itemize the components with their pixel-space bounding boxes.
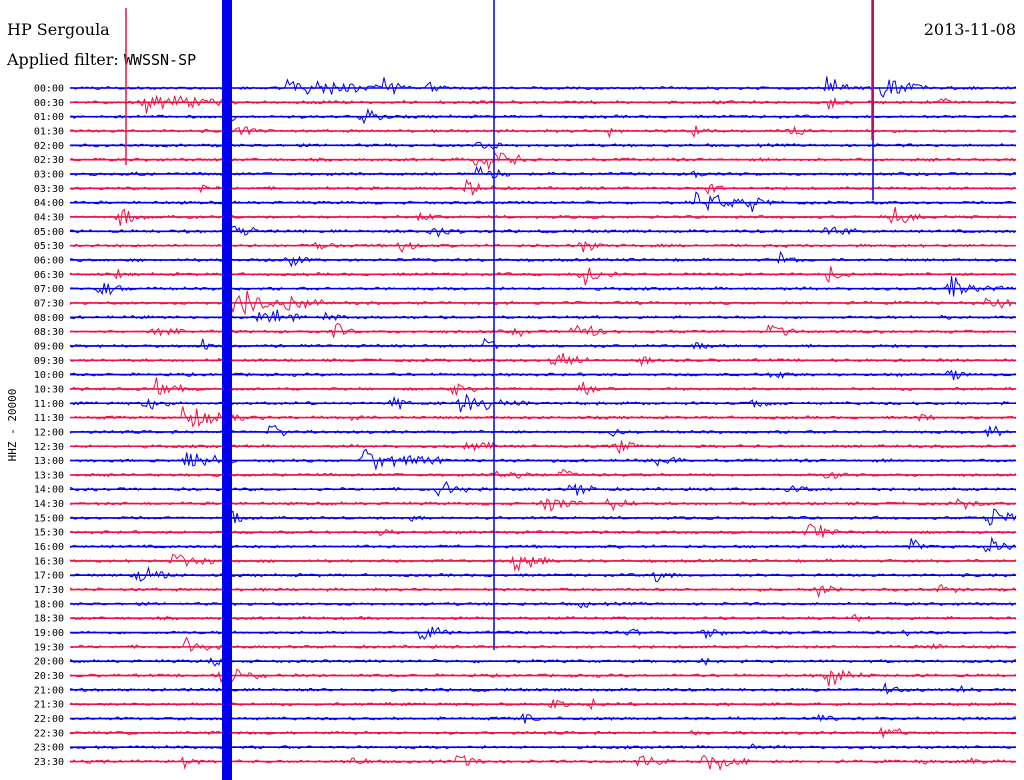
hour-label: 04:30 [34, 212, 64, 223]
trace-line [69, 352, 1017, 367]
hour-label: 21:30 [34, 700, 64, 711]
trace-line [69, 377, 1017, 396]
trace-line [69, 583, 1017, 599]
hour-label: 07:30 [34, 298, 64, 309]
trace-line [69, 275, 1017, 297]
trace-line [69, 665, 1017, 687]
trace-line [69, 266, 1017, 286]
hour-label: 01:30 [34, 126, 64, 137]
trace-line [69, 151, 1017, 171]
hour-label: 15:30 [34, 528, 64, 539]
hour-label: 17:30 [34, 585, 64, 596]
trace-line [69, 468, 1017, 480]
hour-label: 12:30 [34, 442, 64, 453]
hour-label: 23:30 [34, 757, 64, 768]
trace-line [69, 601, 1017, 609]
hour-label: 06:00 [34, 255, 64, 266]
trace-line [69, 309, 1017, 323]
hour-label: 01:00 [34, 112, 64, 123]
trace-line [69, 553, 1017, 572]
hour-label: 20:30 [34, 671, 64, 682]
helicorder-plot: 00:00 00:30 01:00 01:30 02:00 02:30 03:00 03:30… [6, 0, 1017, 780]
hour-label: 10:00 [34, 370, 64, 381]
hour-label: 05:30 [34, 241, 64, 252]
trace-line [69, 250, 1017, 268]
trace-line [69, 536, 1017, 553]
trace-line [70, 448, 1017, 471]
hour-label: 15:00 [34, 513, 64, 524]
saturated-event-band [222, 0, 232, 780]
hour-label: 23:00 [34, 743, 64, 754]
tick-labels-group: 00:00 00:30 01:00 01:30 02:00 02:30 03:00 03:30… [34, 84, 64, 769]
hour-label: 09:00 [34, 341, 64, 352]
hour-label: 09:30 [34, 356, 64, 367]
hour-label: 07:00 [34, 284, 64, 295]
trace-line [69, 337, 1017, 351]
trace-line [69, 165, 1017, 179]
trace-line [69, 406, 1017, 428]
hour-label: 18:30 [34, 614, 64, 625]
hour-label: 22:00 [34, 714, 64, 725]
trace-line [69, 322, 1017, 338]
hour-label: 11:00 [34, 399, 64, 410]
hour-label: 19:00 [34, 628, 64, 639]
hour-label: 03:00 [34, 169, 64, 180]
channel-axis-label: HHZ - 20000 [6, 389, 19, 462]
hour-label: 08:30 [34, 327, 64, 338]
hour-label: 13:30 [34, 470, 64, 481]
trace-line [69, 76, 1017, 98]
hour-label: 21:00 [34, 685, 64, 696]
trace-line [69, 636, 1017, 652]
trace-line [69, 754, 1017, 772]
trace-line [69, 240, 1017, 253]
hour-label: 13:00 [34, 456, 64, 467]
hour-label: 02:30 [34, 155, 64, 166]
trace-line [69, 523, 1017, 538]
hour-label: 16:30 [34, 556, 64, 567]
hour-label: 17:00 [34, 571, 64, 582]
hour-label: 14:30 [34, 499, 64, 510]
hour-label: 02:00 [34, 141, 64, 152]
hour-label: 12:00 [34, 427, 64, 438]
hour-label: 16:00 [34, 542, 64, 553]
traces-group [69, 0, 1017, 780]
trace-line [69, 497, 1017, 513]
hour-label: 00:00 [34, 84, 64, 95]
hour-label: 22:30 [34, 728, 64, 739]
trace-line [69, 657, 1017, 667]
hour-label: 03:30 [34, 184, 64, 195]
hour-label: 10:30 [34, 384, 64, 395]
hour-label: 18:00 [34, 599, 64, 610]
hour-label: 19:30 [34, 642, 64, 653]
hour-label: 06:30 [34, 270, 64, 281]
hour-label: 14:00 [34, 485, 64, 496]
hour-label: 00:30 [34, 98, 64, 109]
hour-label: 11:30 [34, 413, 64, 424]
hour-label: 20:00 [34, 657, 64, 668]
hour-label: 05:00 [34, 227, 64, 238]
trace-line [69, 94, 1017, 114]
hour-label: 08:00 [34, 313, 64, 324]
trace-line [69, 681, 1017, 695]
hour-label: 04:00 [34, 198, 64, 209]
